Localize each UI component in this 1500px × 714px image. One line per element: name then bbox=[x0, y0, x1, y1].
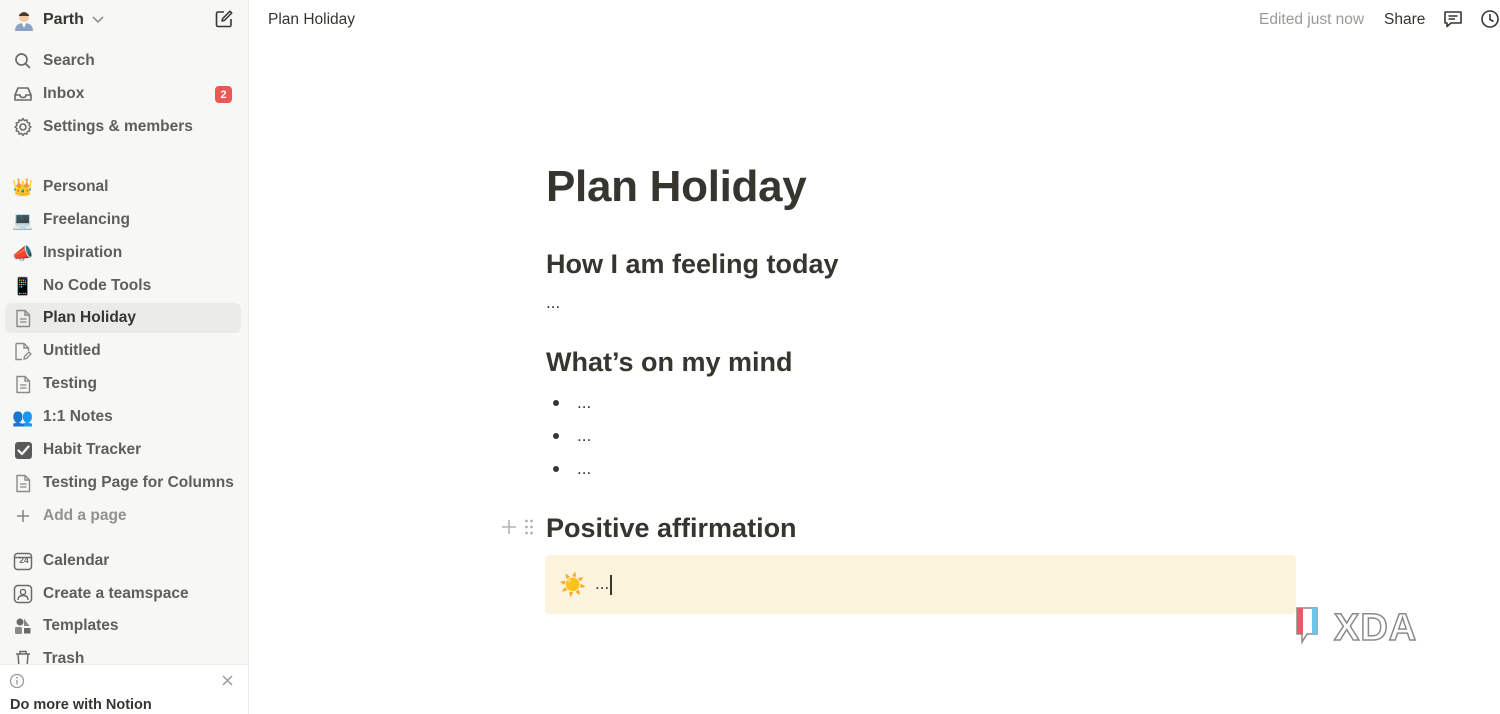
callout-text[interactable]: ... bbox=[595, 574, 612, 595]
inbox-count-badge: 2 bbox=[215, 86, 232, 103]
sidebar-item-inspiration[interactable]: 📣 Inspiration bbox=[5, 238, 241, 268]
text-cursor bbox=[610, 574, 612, 595]
gear-icon bbox=[12, 116, 34, 138]
new-page-button[interactable] bbox=[211, 8, 237, 34]
bullet-dot bbox=[553, 400, 559, 406]
close-icon[interactable] bbox=[219, 672, 235, 688]
calendar-date: 24 bbox=[19, 555, 29, 565]
bullet-dot bbox=[553, 433, 559, 439]
sidebar-item-create-teamspace[interactable]: Create a teamspace bbox=[5, 579, 241, 609]
workspace-avatar bbox=[12, 8, 36, 32]
sidebar-item-label: Inbox bbox=[43, 85, 85, 102]
list-item[interactable]: ... bbox=[553, 456, 773, 482]
xda-watermark: XDA bbox=[1294, 604, 1438, 652]
chevron-down-icon bbox=[92, 13, 104, 27]
sidebar-item-untitled[interactable]: Untitled bbox=[5, 336, 241, 366]
teamspace-icon bbox=[12, 583, 34, 605]
sidebar-item-label: Calendar bbox=[43, 552, 110, 569]
edited-status: Edited just now bbox=[1259, 11, 1365, 28]
laptop-icon: 💻 bbox=[12, 210, 34, 230]
comment-icon[interactable] bbox=[1442, 8, 1464, 30]
add-block-icon[interactable] bbox=[500, 518, 518, 541]
sidebar-item-1-1-notes[interactable]: 👥 1:1 Notes bbox=[5, 402, 241, 432]
page-icon bbox=[12, 472, 34, 494]
heading-mind[interactable]: What’s on my mind bbox=[546, 347, 793, 378]
compose-icon bbox=[214, 9, 234, 34]
add-page-button[interactable]: Add a page bbox=[5, 501, 241, 531]
sidebar-item-label: Testing Page for Columns bbox=[43, 474, 234, 491]
sidebar-item-freelancing[interactable]: 💻 Freelancing bbox=[5, 205, 241, 235]
page-icon bbox=[12, 307, 34, 329]
megaphone-icon: 📣 bbox=[12, 243, 34, 263]
sidebar-item-label: No Code Tools bbox=[43, 277, 152, 294]
phone-icon: 📱 bbox=[12, 276, 34, 296]
page-icon bbox=[12, 373, 34, 395]
page-title[interactable]: Plan Holiday bbox=[546, 162, 807, 212]
paragraph-feeling[interactable]: ... bbox=[546, 293, 560, 313]
list-item[interactable]: ... bbox=[553, 423, 773, 449]
list-item-text: ... bbox=[577, 393, 592, 412]
history-icon[interactable] bbox=[1479, 8, 1500, 30]
block-handle bbox=[500, 518, 534, 541]
watermark-text: XDA bbox=[1333, 606, 1418, 650]
sidebar-item-label: Settings & members bbox=[43, 118, 193, 135]
checkbox-icon bbox=[12, 439, 34, 461]
sidebar-item-testing-page-columns[interactable]: Testing Page for Columns bbox=[5, 468, 241, 498]
sidebar-item-templates[interactable]: Templates bbox=[5, 611, 241, 641]
info-icon bbox=[9, 673, 25, 689]
sidebar-item-label: Templates bbox=[43, 617, 119, 634]
sidebar-item-label: Add a page bbox=[43, 507, 127, 524]
share-button[interactable]: Share bbox=[1384, 9, 1425, 31]
sidebar-item-plan-holiday[interactable]: Plan Holiday bbox=[5, 303, 241, 333]
promo-title: Do more with Notion bbox=[10, 697, 152, 713]
search-icon bbox=[12, 50, 34, 72]
sidebar-item-habit-tracker[interactable]: Habit Tracker bbox=[5, 435, 241, 465]
drag-handle-icon[interactable] bbox=[524, 518, 534, 541]
callout-block[interactable]: ☀️ ... bbox=[545, 555, 1296, 614]
list-item[interactable]: ... bbox=[553, 390, 773, 416]
list-item-text: ... bbox=[577, 459, 592, 478]
sidebar-item-settings[interactable]: Settings & members bbox=[5, 112, 241, 142]
sidebar-item-label: Inspiration bbox=[43, 244, 123, 261]
page-edit-icon bbox=[12, 340, 34, 362]
inbox-icon bbox=[12, 83, 34, 105]
sidebar-item-label: Testing bbox=[43, 375, 97, 392]
templates-icon bbox=[12, 615, 34, 637]
sidebar-item-no-code-tools[interactable]: 📱 No Code Tools bbox=[5, 271, 241, 301]
sidebar-item-label: Habit Tracker bbox=[43, 441, 142, 458]
xda-logo-icon bbox=[1294, 604, 1328, 653]
people-icon: 👥 bbox=[12, 407, 34, 427]
workspace-name: Parth bbox=[43, 11, 84, 28]
sidebar-item-calendar[interactable]: Calendar bbox=[5, 546, 241, 576]
heading-affirmation[interactable]: Positive affirmation bbox=[546, 513, 797, 544]
callout-text-value: ... bbox=[595, 574, 610, 594]
sidebar-item-testing[interactable]: Testing bbox=[5, 369, 241, 399]
sidebar: Parth Search Inbox 2 Settings & members … bbox=[0, 0, 249, 714]
sidebar-item-search[interactable]: Search bbox=[5, 46, 241, 76]
sun-icon[interactable]: ☀️ bbox=[559, 572, 586, 598]
sidebar-item-inbox[interactable]: Inbox 2 bbox=[5, 79, 241, 109]
sidebar-item-label: Personal bbox=[43, 178, 109, 195]
sidebar-item-label: 1:1 Notes bbox=[43, 408, 113, 425]
sidebar-item-label: Create a teamspace bbox=[43, 585, 189, 602]
heading-feeling[interactable]: How I am feeling today bbox=[546, 249, 839, 280]
list-item-text: ... bbox=[577, 426, 592, 445]
plus-icon bbox=[12, 505, 34, 527]
sidebar-item-label: Untitled bbox=[43, 342, 101, 359]
workspace-switcher[interactable]: Parth bbox=[4, 3, 244, 37]
sidebar-item-label: Plan Holiday bbox=[43, 309, 137, 326]
sidebar-item-label: Search bbox=[43, 52, 95, 69]
breadcrumb[interactable]: Plan Holiday bbox=[268, 9, 355, 31]
sidebar-item-label: Freelancing bbox=[43, 211, 130, 228]
crown-icon: 👑 bbox=[12, 177, 34, 197]
bullet-dot bbox=[553, 466, 559, 472]
sidebar-item-personal[interactable]: 👑 Personal bbox=[5, 172, 241, 202]
